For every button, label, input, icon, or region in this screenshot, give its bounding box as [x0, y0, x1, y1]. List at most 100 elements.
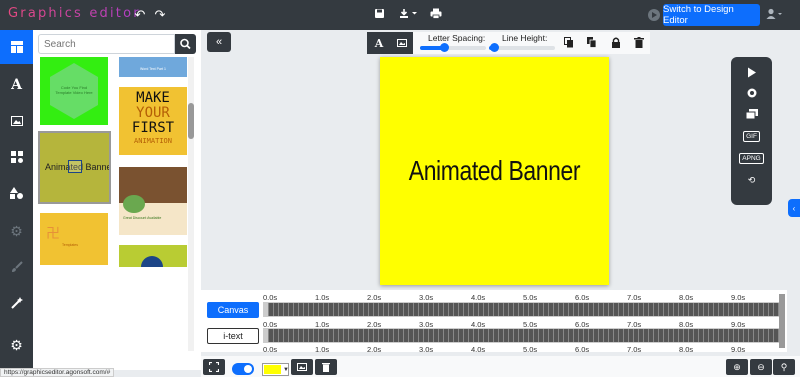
canvas-text[interactable]: Animated Banner	[409, 155, 581, 187]
text-mode-icon[interactable]: A	[367, 32, 391, 54]
elements-icon[interactable]	[0, 140, 33, 174]
tick-label: 3.0s	[419, 345, 434, 354]
track-marker[interactable]	[264, 303, 268, 316]
template-thumbnail[interactable]: Word Text Part 1	[119, 57, 187, 77]
template-line: YOUR	[136, 105, 170, 121]
tick-label: 0.0s	[263, 293, 278, 302]
tick-label: 8.0s	[679, 345, 694, 354]
search-button[interactable]	[175, 34, 196, 54]
settings-gear-icon[interactable]: ⚙	[0, 328, 33, 362]
tick-label: 6.0s	[575, 345, 590, 354]
download-icon[interactable]	[396, 5, 422, 25]
line-height-slider[interactable]	[489, 43, 555, 52]
apng-label: APNG	[739, 152, 764, 164]
track-marker[interactable]	[264, 329, 268, 342]
copy-icon[interactable]	[564, 37, 574, 48]
fill-color-picker[interactable]: ▼	[262, 363, 289, 376]
letter-spacing-slider[interactable]	[420, 43, 486, 52]
canvas-track-button[interactable]: Canvas	[207, 302, 259, 318]
undo-icon[interactable]: ↶	[130, 5, 150, 25]
line-height-label: Line Height:	[502, 33, 548, 43]
bottom-bar: ⊕ ⊖ ⚲	[201, 356, 800, 377]
print-icon[interactable]	[426, 5, 446, 25]
redo-icon[interactable]: ↷	[150, 5, 170, 25]
swastika-icon: 卍	[46, 225, 60, 241]
user-menu-icon[interactable]	[764, 5, 786, 25]
template-text: Word Text Part 1	[140, 67, 166, 71]
duplicate-icon[interactable]	[587, 37, 597, 48]
side-panel-toggle-icon[interactable]: ‹	[788, 199, 800, 217]
lock-icon[interactable]	[611, 37, 621, 48]
color-swatch-fill	[264, 365, 281, 374]
image-tool-icon[interactable]	[0, 104, 33, 138]
trash-icon[interactable]	[634, 37, 644, 48]
template-text: Templates	[62, 243, 78, 247]
template-thumbnail-selected[interactable]: Animated Banner	[38, 131, 111, 204]
itext-track-button[interactable]: i-text	[207, 328, 259, 344]
tick-label: 6.0s	[575, 293, 590, 302]
scrollbar-thumb[interactable]	[188, 103, 194, 139]
chevron-down-icon: ▼	[283, 367, 289, 373]
top-bar: Graphics editor ↶ ↷ Switch to Design Edi…	[0, 0, 800, 30]
tick-label: 4.0s	[471, 293, 486, 302]
text-toolbar: A Letter Spacing: Line Height:	[367, 32, 650, 54]
image-mode-icon[interactable]	[391, 32, 413, 54]
brush-icon[interactable]	[0, 250, 33, 284]
template-line: FIRST	[131, 120, 175, 136]
template-thumbnail[interactable]: 卍 Templates	[40, 213, 108, 265]
tick-label: 8.0s	[679, 293, 694, 302]
delete-icon[interactable]	[315, 359, 337, 375]
templates-icon[interactable]	[0, 30, 33, 64]
zoom-out-icon[interactable]: ⊖	[750, 359, 772, 375]
template-thumbnail[interactable]: Great Discount Available	[119, 167, 187, 235]
history-icon[interactable]: ⟲	[731, 173, 772, 187]
timeline-ruler: 0.0s 1.0s 2.0s 3.0s 4.0s 5.0s 6.0s 7.0s …	[263, 345, 781, 355]
gif-label: GIF	[743, 130, 760, 142]
tick-label: 0.0s	[263, 345, 278, 354]
template-text: Great Discount Available	[123, 216, 162, 220]
template-thumbnail[interactable]: MAKE YOUR FIRST ANIMATION	[119, 87, 187, 155]
left-sidebar: A ⚙ ⚙	[0, 30, 33, 370]
template-thumbnail[interactable]: Code You Find Template Video Here	[40, 57, 108, 125]
magic-wand-icon[interactable]	[0, 286, 33, 320]
zoom-in-icon[interactable]: ⊕	[726, 359, 748, 375]
templates-panel: Code You Find Template Video Here Word T…	[33, 30, 201, 370]
template-line: MAKE	[136, 90, 170, 106]
animation-toggle[interactable]	[232, 363, 254, 375]
tick-label: 1.0s	[315, 345, 330, 354]
tick-label: 1.0s	[315, 293, 330, 302]
design-canvas[interactable]: Animated Banner	[380, 57, 609, 285]
shapes-icon[interactable]	[0, 176, 33, 210]
switch-to-design-editor-button[interactable]: Switch to Design Editor	[663, 4, 760, 26]
tick-label: 4.0s	[471, 345, 486, 354]
tick-label: 9.0s	[731, 293, 746, 302]
template-thumbnail[interactable]	[119, 245, 187, 267]
template-line: ANIMATION	[134, 137, 172, 145]
templates-scrollbar[interactable]	[188, 57, 194, 351]
animation-panel: GIF APNG ⟲	[731, 57, 772, 205]
fullscreen-icon[interactable]	[203, 359, 225, 375]
app-title: Graphics editor	[8, 6, 141, 21]
timeline-scrollbar[interactable]	[779, 294, 785, 348]
tick-label: 9.0s	[731, 345, 746, 354]
gif-export-button[interactable]: GIF	[731, 130, 772, 142]
apng-export-button[interactable]: APNG	[731, 152, 772, 164]
image-icon[interactable]	[291, 359, 313, 375]
text-tool-icon[interactable]: A	[0, 68, 33, 102]
itext-track[interactable]	[263, 328, 781, 343]
template-text: Code You Find Template Video Here	[55, 85, 93, 95]
tick-label: 5.0s	[523, 345, 538, 354]
edit-icon[interactable]	[68, 160, 82, 173]
tick-label: 5.0s	[523, 293, 538, 302]
collapse-panel-button[interactable]: «	[207, 32, 231, 52]
frames-icon[interactable]	[731, 107, 772, 121]
search-input[interactable]	[38, 34, 175, 54]
settings-gears-icon[interactable]: ⚙	[0, 214, 33, 248]
record-icon[interactable]	[731, 86, 772, 100]
status-url: https://graphicseditor.agonsoft.com/#	[0, 368, 115, 377]
play-preview-icon[interactable]	[648, 9, 660, 21]
save-icon[interactable]	[369, 5, 389, 25]
canvas-track[interactable]	[263, 302, 781, 317]
play-icon[interactable]	[731, 65, 772, 79]
zoom-fit-icon[interactable]: ⚲	[773, 359, 795, 375]
